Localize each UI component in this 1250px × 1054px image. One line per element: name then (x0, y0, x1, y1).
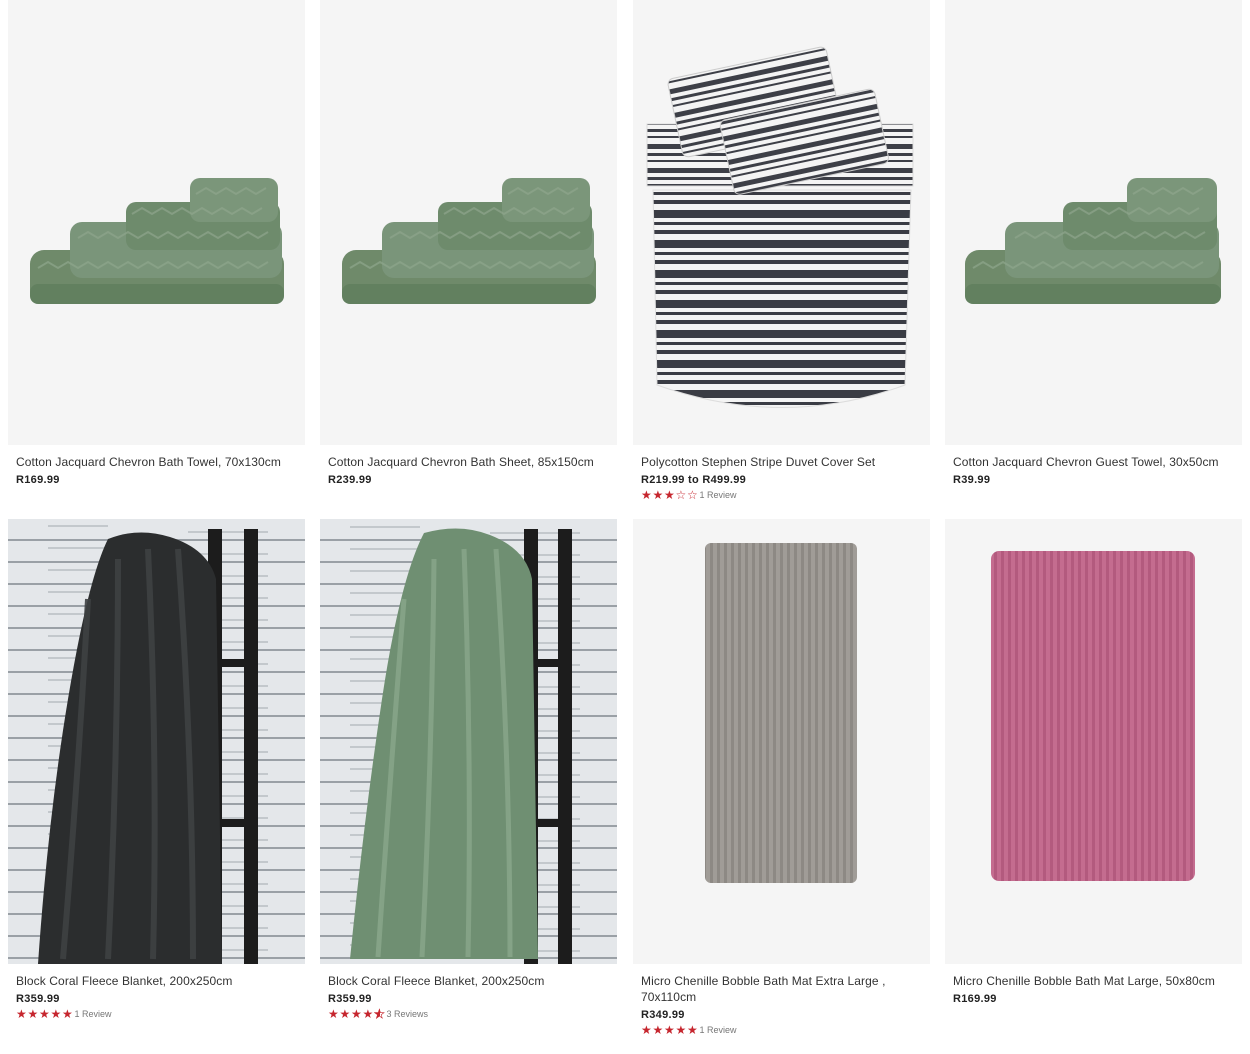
product-card[interactable]: Cotton Jacquard Chevron Bath Sheet, 85x1… (320, 0, 617, 486)
product-price: R169.99 (953, 993, 997, 1005)
star-full-icon: ★ (16, 1007, 27, 1021)
star-full-icon: ★ (641, 488, 652, 502)
product-image-black-fleece-blanket[interactable] (8, 519, 305, 964)
product-card[interactable]: Cotton Jacquard Chevron Bath Towel, 70x1… (8, 0, 305, 486)
product-title[interactable]: Block Coral Fleece Blanket, 200x250cm (328, 973, 598, 989)
star-empty-icon: ☆ (675, 488, 687, 502)
rating[interactable]: ★ ★ ★ ★ ★ 1 Review (16, 1007, 305, 1021)
star-full-icon: ★ (27, 1007, 39, 1021)
product-card[interactable]: Block Coral Fleece Blanket, 200x250cm R3… (320, 519, 617, 1021)
product-card[interactable]: Cotton Jacquard Chevron Guest Towel, 30x… (945, 0, 1242, 486)
product-price: R359.99 (328, 993, 372, 1005)
star-full-icon: ★ (687, 1023, 698, 1037)
star-full-icon: ★ (62, 1007, 73, 1021)
product-title[interactable]: Block Coral Fleece Blanket, 200x250cm (16, 973, 286, 989)
star-full-icon: ★ (641, 1023, 652, 1037)
product-price: R39.99 (953, 474, 991, 486)
product-title[interactable]: Cotton Jacquard Chevron Bath Towel, 70x1… (16, 454, 286, 470)
star-rating: ★ ★ ★ ☆ ☆ (641, 489, 699, 501)
star-half-icon: ★ (374, 1007, 385, 1021)
product-price: R219.99 to R499.99 (641, 474, 747, 486)
star-full-icon: ★ (339, 1007, 351, 1021)
product-card[interactable]: Block Coral Fleece Blanket, 200x250cm R3… (8, 519, 305, 1021)
star-full-icon: ★ (664, 488, 675, 502)
rating[interactable]: ★ ★ ★ ☆ ☆ 1 Review (641, 488, 930, 502)
product-title[interactable]: Cotton Jacquard Chevron Bath Sheet, 85x1… (328, 454, 598, 470)
review-count[interactable]: 1 Review (700, 490, 737, 500)
product-image-grey-bath-mat[interactable] (633, 519, 930, 964)
star-full-icon: ★ (664, 1023, 675, 1037)
product-image-green-fleece-blanket[interactable] (320, 519, 617, 964)
rating[interactable]: ★ ★ ★ ★ ★ 1 Review (641, 1023, 930, 1037)
product-card[interactable]: Polycotton Stephen Stripe Duvet Cover Se… (633, 0, 930, 502)
star-rating: ★ ★ ★ ★ ★ (328, 1007, 386, 1021)
product-title[interactable]: Polycotton Stephen Stripe Duvet Cover Se… (641, 454, 911, 470)
product-title[interactable]: Micro Chenille Bobble Bath Mat Extra Lar… (641, 973, 911, 1005)
product-price: R239.99 (328, 474, 372, 486)
star-full-icon: ★ (50, 1007, 62, 1021)
star-full-icon: ★ (652, 488, 664, 502)
review-count[interactable]: 1 Review (700, 1025, 737, 1035)
product-card[interactable]: Micro Chenille Bobble Bath Mat Large, 50… (945, 519, 1242, 1005)
star-full-icon: ★ (362, 1007, 374, 1021)
star-full-icon: ★ (39, 1007, 50, 1021)
star-full-icon: ★ (328, 1007, 339, 1021)
product-card[interactable]: Micro Chenille Bobble Bath Mat Extra Lar… (633, 519, 930, 1037)
product-title[interactable]: Cotton Jacquard Chevron Guest Towel, 30x… (953, 454, 1223, 470)
product-image-striped-duvet[interactable] (633, 0, 930, 445)
product-title[interactable]: Micro Chenille Bobble Bath Mat Large, 50… (953, 973, 1223, 989)
star-full-icon: ★ (351, 1007, 362, 1021)
product-image-pink-bath-mat[interactable] (945, 519, 1242, 964)
rating[interactable]: ★ ★ ★ ★ ★ 3 Reviews (328, 1007, 617, 1021)
product-image-towel-stack[interactable] (8, 0, 305, 445)
star-full-icon: ★ (675, 1023, 687, 1037)
review-count[interactable]: 3 Reviews (387, 1009, 429, 1019)
star-empty-icon: ☆ (687, 488, 698, 502)
product-image-towel-stack[interactable] (320, 0, 617, 445)
product-image-towel-stack[interactable] (945, 0, 1242, 445)
star-full-icon: ★ (652, 1023, 664, 1037)
review-count[interactable]: 1 Review (75, 1009, 112, 1019)
product-price: R349.99 (641, 1009, 685, 1021)
star-rating: ★ ★ ★ ★ ★ (641, 1024, 699, 1036)
product-price: R359.99 (16, 993, 60, 1005)
star-rating: ★ ★ ★ ★ ★ (16, 1008, 74, 1020)
product-price: R169.99 (16, 474, 60, 486)
